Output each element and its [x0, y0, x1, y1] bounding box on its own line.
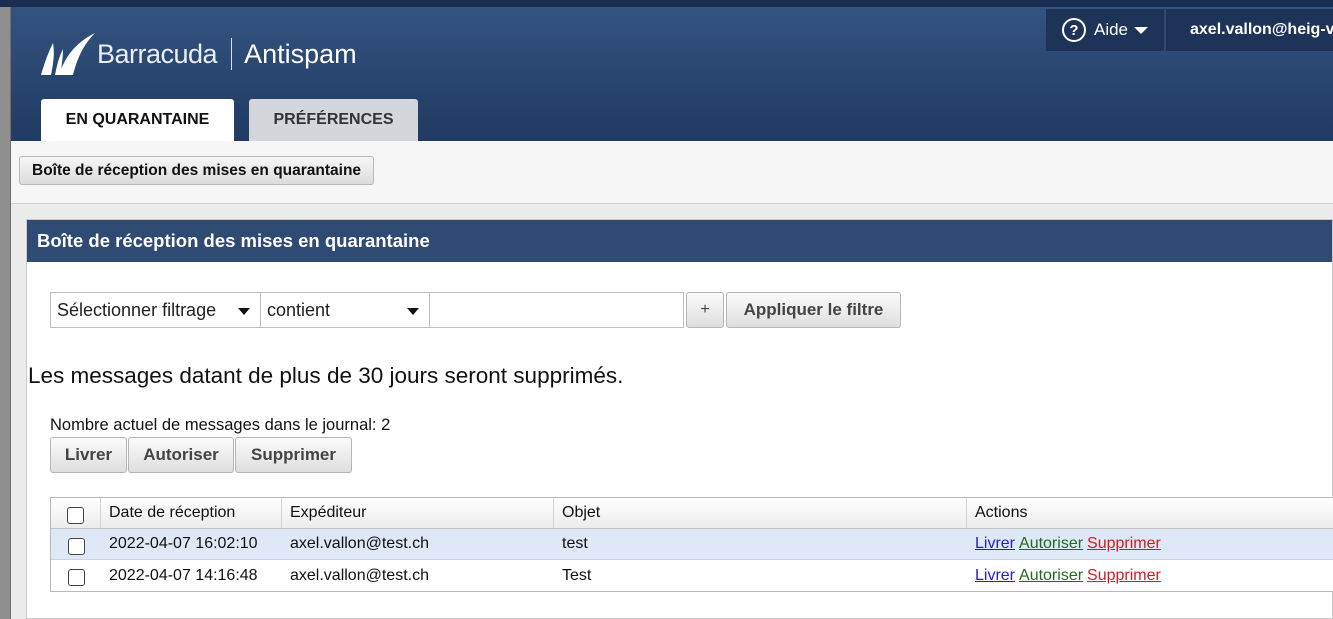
add-filter-button[interactable]: +	[686, 292, 724, 328]
row-sender: axel.vallon@test.ch	[290, 535, 429, 552]
table-header: Date de réception Expéditeur Objet Actio…	[51, 498, 1333, 529]
deliver-button[interactable]: Livrer	[50, 437, 127, 473]
tab-preferences-label: PRÉFÉRENCES	[273, 111, 394, 128]
top-frame-edge	[0, 0, 1333, 7]
chevron-down-icon	[407, 308, 419, 315]
row-allow-link[interactable]: Autoriser	[1019, 567, 1083, 585]
filter-operator-value: contient	[267, 299, 331, 320]
filter-value-input[interactable]	[429, 292, 684, 328]
table-row[interactable]: 2022-04-07 16:02:10 axel.vallon@test.ch …	[51, 529, 1333, 560]
select-all-checkbox[interactable]	[67, 506, 84, 524]
user-menu[interactable]: axel.vallon@heig-vd.ch	[1166, 9, 1333, 51]
logo: Barracuda Antispam	[39, 29, 357, 79]
filter-bar: Sélectionner filtrage contient + Appliqu…	[50, 292, 901, 328]
tab-quarantine[interactable]: EN QUARANTAINE	[41, 99, 234, 141]
left-frame-strip	[0, 0, 11, 619]
row-deliver-link[interactable]: Livrer	[975, 535, 1015, 553]
messages-table: Date de réception Expéditeur Objet Actio…	[50, 497, 1333, 592]
barracuda-fin-icon	[41, 33, 95, 75]
brand-name: Barracuda	[97, 38, 218, 69]
question-circle-icon: ?	[1061, 18, 1086, 42]
product-name: Antispam	[244, 38, 357, 69]
tab-quarantine-label: EN QUARANTAINE	[65, 111, 210, 128]
help-menu-button[interactable]: ? Aide	[1046, 9, 1166, 51]
app-header: Barracuda Antispam ? Aide axel.vallon@he…	[11, 7, 1333, 141]
column-header-subject[interactable]: Objet	[554, 498, 967, 528]
filter-field-select[interactable]: Sélectionner filtrage	[50, 292, 261, 328]
user-email: axel.vallon@heig-vd.ch	[1190, 21, 1333, 38]
message-count: Nombre actuel de messages dans le journa…	[50, 416, 391, 434]
delete-button[interactable]: Supprimer	[235, 437, 352, 473]
column-header-date[interactable]: Date de réception	[101, 498, 282, 528]
logo-divider	[231, 38, 233, 70]
row-actions: Livrer Autoriser Supprimer	[967, 560, 1333, 591]
row-subject: test	[562, 535, 588, 552]
tab-preferences[interactable]: PRÉFÉRENCES	[249, 99, 418, 141]
allow-button[interactable]: Autoriser	[128, 437, 234, 473]
row-delete-link[interactable]: Supprimer	[1087, 567, 1161, 585]
row-subject: Test	[562, 566, 592, 584]
row-checkbox[interactable]	[67, 569, 85, 586]
retention-notice: Les messages datant de plus de 30 jours …	[28, 363, 624, 388]
row-allow-link[interactable]: Autoriser	[1019, 535, 1083, 553]
row-date: 2022-04-07 14:16:48	[109, 566, 258, 584]
row-checkbox[interactable]	[67, 537, 85, 555]
row-delete-link[interactable]: Supprimer	[1087, 535, 1161, 553]
table-row[interactable]: 2022-04-07 14:16:48 axel.vallon@test.ch …	[51, 560, 1333, 591]
row-sender: axel.vallon@test.ch	[290, 566, 429, 584]
chevron-down-icon	[238, 308, 250, 315]
sub-navigation-bar: Boîte de réception des mises en quaranta…	[11, 141, 1333, 204]
quarantine-panel: Boîte de réception des mises en quaranta…	[26, 219, 1333, 619]
row-deliver-link[interactable]: Livrer	[975, 567, 1015, 585]
quarantine-inbox-nav-button[interactable]: Boîte de réception des mises en quaranta…	[19, 156, 375, 185]
column-header-sender[interactable]: Expéditeur	[282, 498, 554, 528]
top-utility-bar: ? Aide axel.vallon@heig-vd.ch	[1046, 9, 1333, 51]
row-date: 2022-04-07 16:02:10	[109, 535, 258, 552]
row-actions: Livrer Autoriser Supprimer	[967, 529, 1333, 559]
bulk-actions: Livrer Autoriser Supprimer	[50, 437, 352, 473]
caret-down-icon	[1134, 26, 1149, 34]
apply-filter-button[interactable]: Appliquer le filtre	[726, 292, 901, 328]
column-header-actions: Actions	[967, 498, 1333, 528]
filter-operator-select[interactable]: contient	[260, 292, 430, 328]
panel-title: Boîte de réception des mises en quaranta…	[27, 220, 1332, 262]
help-label: Aide	[1093, 20, 1129, 39]
filter-field-value: Sélectionner filtrage	[57, 299, 217, 320]
